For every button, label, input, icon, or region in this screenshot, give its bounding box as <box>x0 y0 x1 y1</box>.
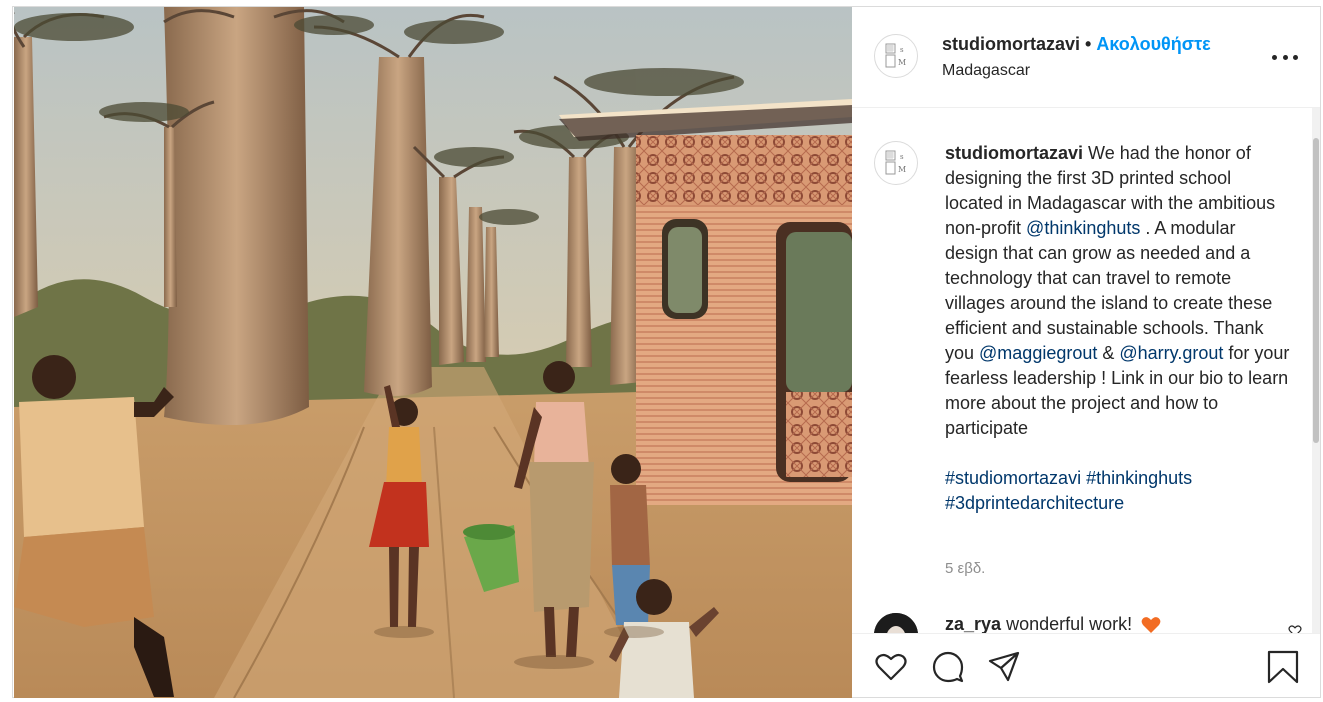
mention-link[interactable]: @maggiegrout <box>979 343 1097 363</box>
profile-avatar[interactable]: s M <box>874 34 918 78</box>
dot-icon <box>1282 54 1288 60</box>
madagascar-school-photo <box>14 7 852 698</box>
bookmark-icon <box>1267 650 1299 684</box>
header-user-line: studiomortazavi • Ακολουθήστε <box>942 34 1211 55</box>
comment-icon <box>932 651 964 683</box>
comments-scrollbar[interactable] <box>1312 108 1320 633</box>
portrait-icon <box>874 613 918 633</box>
comment-button[interactable] <box>931 650 965 684</box>
comment-text: wonderful work! <box>1001 614 1133 633</box>
hashtags: #studiomortazavi #thinkinghuts #3dprinte… <box>945 466 1290 516</box>
heart-icon <box>875 653 907 681</box>
post-caption: studiomortazavi We had the honor of desi… <box>945 141 1290 516</box>
mention-link[interactable]: @thinkinghuts <box>1026 218 1140 238</box>
commenter-username[interactable]: za_rya <box>945 614 1001 633</box>
post-sidebar: s M studiomortazavi • Ακολουθήστε Madagasc… <box>852 7 1320 697</box>
share-button[interactable] <box>987 650 1021 684</box>
hashtag-link[interactable]: #thinkinghuts <box>1086 468 1192 488</box>
post-header: s M studiomortazavi • Ακολουθήστε Madagasc… <box>852 7 1320 108</box>
hashtag-link[interactable]: #3dprintedarchitecture <box>945 493 1124 513</box>
svg-text:M: M <box>898 165 906 174</box>
svg-text:s: s <box>900 153 904 161</box>
svg-text:M: M <box>898 58 906 67</box>
more-options-button[interactable] <box>1272 47 1298 67</box>
like-button[interactable] <box>874 650 908 684</box>
scrollbar-thumb[interactable] <box>1313 138 1319 443</box>
dot-icon <box>1293 54 1298 60</box>
location-link[interactable]: Madagascar <box>942 62 1030 80</box>
comment-like-icon[interactable] <box>1288 624 1302 633</box>
post-timestamp[interactable]: 5 εβδ. <box>945 560 985 577</box>
comments-section[interactable]: s M studiomortazavi We had the honor of … <box>852 108 1312 633</box>
caption-text: & <box>1097 343 1120 363</box>
share-icon <box>988 651 1020 682</box>
mention-link[interactable]: @harry.grout <box>1119 343 1223 363</box>
caption-username[interactable]: studiomortazavi <box>945 143 1083 163</box>
post-actions <box>852 633 1320 697</box>
header-username[interactable]: studiomortazavi <box>942 34 1080 54</box>
studio-logo-icon: s M <box>885 43 906 68</box>
hashtag-link[interactable]: #studiomortazavi <box>945 468 1081 488</box>
save-button[interactable] <box>1266 650 1300 684</box>
dot-icon <box>1272 54 1277 60</box>
commenter-avatar[interactable] <box>874 613 918 633</box>
separator-dot: • <box>1085 34 1092 54</box>
svg-text:s: s <box>900 46 904 54</box>
caption-avatar[interactable]: s M <box>874 141 918 185</box>
comment-item: za_rya wonderful work! <box>945 614 1161 633</box>
caption-text: . A modular design that can grow as need… <box>945 218 1273 363</box>
studio-logo-icon: s M <box>885 150 906 175</box>
post-image[interactable] <box>14 7 852 698</box>
orange-heart-icon <box>1141 617 1161 633</box>
follow-button[interactable]: Ακολουθήστε <box>1096 34 1210 54</box>
